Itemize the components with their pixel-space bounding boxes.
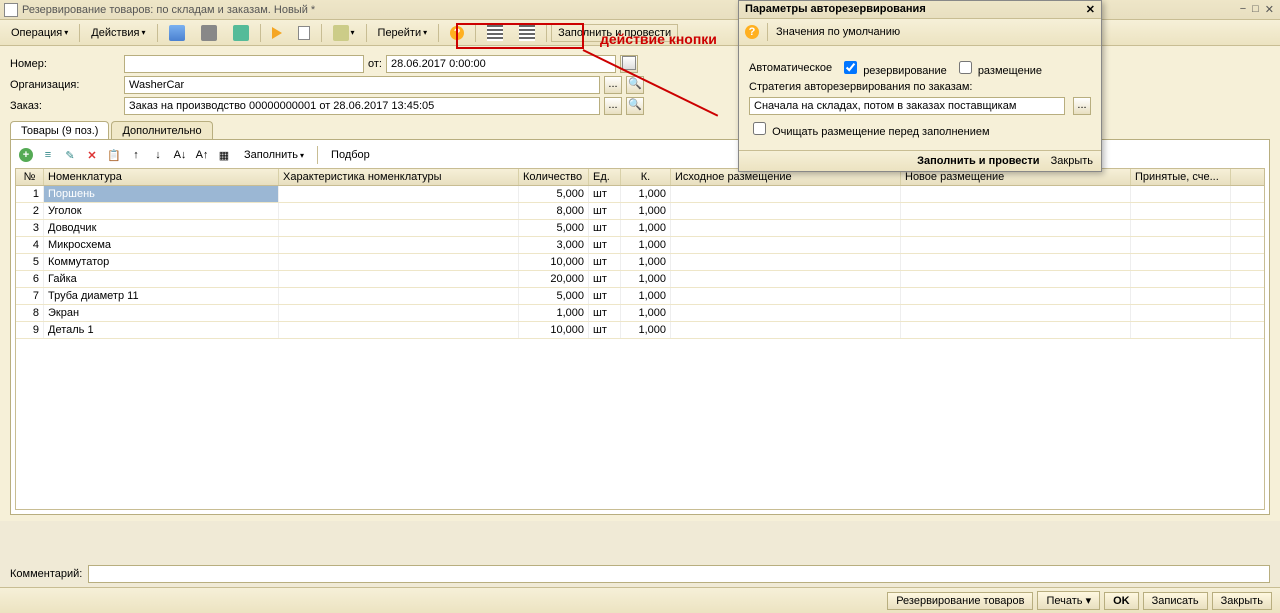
help-icon[interactable]: ? (443, 23, 471, 43)
edit-row-icon[interactable]: ✎ (61, 146, 79, 164)
table-row[interactable]: 3Доводчик5,000шт1,000 (16, 220, 1264, 237)
close-icon[interactable]: ✕ (1265, 3, 1274, 16)
select-button[interactable]: Подбор (324, 146, 377, 164)
columns-icon[interactable]: ▦ (215, 146, 233, 164)
clear-checkbox-label[interactable]: Очищать размещение перед заполнением (749, 119, 990, 138)
add-row-icon[interactable]: + (17, 146, 35, 164)
sort-desc-icon[interactable]: A↑ (193, 146, 211, 164)
tab-goods[interactable]: Товары (9 поз.) (10, 121, 109, 139)
comment-row: Комментарий: (10, 565, 1270, 583)
close-button[interactable]: Закрыть (1212, 592, 1272, 610)
order-label: Заказ: (10, 100, 120, 112)
ok-button[interactable]: OK (1104, 592, 1139, 610)
dialog-close-button[interactable]: Закрыть (1051, 155, 1093, 167)
reserve-checkbox-label[interactable]: резервирование (840, 58, 947, 77)
from-label: от: (368, 58, 382, 70)
list-icon[interactable] (480, 22, 510, 44)
number-label: Номер: (10, 58, 120, 70)
save-icon[interactable] (162, 22, 192, 44)
org-label: Организация: (10, 79, 120, 91)
strategy-label: Стратегия авторезервирования по заказам: (749, 81, 973, 93)
clear-checkbox[interactable] (753, 122, 766, 135)
dialog-close-icon[interactable]: ✕ (1086, 3, 1095, 16)
tab-panel-goods: + ≡ ✎ ✕ 📋 ↑ ↓ A↓ A↑ ▦ Заполнить▾ Подбор … (10, 139, 1270, 515)
footer-bar: Резервирование товаров Печать ▾ OK Запис… (0, 587, 1280, 613)
col-k[interactable]: К. (621, 169, 671, 185)
strategy-field[interactable] (749, 97, 1065, 115)
table-row[interactable]: 6Гайка20,000шт1,000 (16, 271, 1264, 288)
reserve-button[interactable]: Резервирование товаров (887, 592, 1033, 610)
save-button[interactable]: Записать (1143, 592, 1208, 610)
table-row[interactable]: 5Коммутатор10,000шт1,000 (16, 254, 1264, 271)
tree-icon[interactable] (512, 22, 542, 44)
fill-menu[interactable]: Заполнить▾ (237, 146, 311, 164)
move-down-icon[interactable]: ↓ (149, 146, 167, 164)
date-field[interactable] (386, 55, 616, 73)
table-row[interactable]: 4Микросхема3,000шт1,000 (16, 237, 1264, 254)
number-field[interactable] (124, 55, 364, 73)
col-n[interactable]: № (16, 169, 44, 185)
place-checkbox[interactable] (959, 61, 972, 74)
reserve-checkbox[interactable] (844, 61, 857, 74)
auto-label: Автоматическое (749, 62, 832, 74)
col-unit[interactable]: Ед. (589, 169, 621, 185)
strategy-select-icon[interactable]: ... (1073, 97, 1091, 115)
org-select-icon[interactable]: ... (604, 76, 622, 94)
defaults-button[interactable]: Значения по умолчанию (776, 26, 900, 38)
col-nom[interactable]: Номенклатура (44, 169, 279, 185)
sort-asc-icon[interactable]: A↓ (171, 146, 189, 164)
table-row[interactable]: 7Труба диаметр 115,000шт1,000 (16, 288, 1264, 305)
print-menu[interactable]: Печать ▾ (1037, 591, 1100, 610)
post-icon[interactable] (265, 24, 289, 42)
order-open-icon[interactable]: 🔍 (626, 97, 644, 115)
comment-field[interactable] (88, 565, 1270, 583)
help-icon[interactable]: ? (745, 25, 759, 39)
goto-menu[interactable]: Перейти▾ (371, 24, 435, 42)
comment-label: Комментарий: (10, 568, 82, 580)
insert-row-icon[interactable]: ≡ (39, 146, 57, 164)
print-icon[interactable] (194, 22, 224, 44)
place-checkbox-label[interactable]: размещение (955, 58, 1042, 77)
table-row[interactable]: 8Экран1,000шт1,000 (16, 305, 1264, 322)
col-qty[interactable]: Количество (519, 169, 589, 185)
maximize-icon[interactable]: □ (1252, 3, 1259, 16)
operation-menu[interactable]: Операция▾ (4, 24, 75, 42)
goods-grid[interactable]: № Номенклатура Характеристика номенклату… (15, 168, 1265, 510)
window-controls: − □ ✕ (1240, 3, 1274, 16)
link-menu[interactable]: ▾ (326, 22, 362, 44)
col-char[interactable]: Характеристика номенклатуры (279, 169, 519, 185)
autoreserve-dialog: Параметры авторезервирования ✕ ? Значени… (738, 0, 1102, 172)
actions-menu[interactable]: Действия▾ (84, 24, 152, 42)
table-row[interactable]: 2Уголок8,000шт1,000 (16, 203, 1264, 220)
order-field[interactable] (124, 97, 600, 115)
order-select-icon[interactable]: ... (604, 97, 622, 115)
table-row[interactable]: 9Деталь 110,000шт1,000 (16, 322, 1264, 339)
tab-additional[interactable]: Дополнительно (111, 121, 212, 139)
annotation-text: действие кнопки (600, 31, 717, 47)
org-field[interactable] (124, 76, 600, 94)
col-acc[interactable]: Принятые, сче... (1131, 169, 1231, 185)
move-up-icon[interactable]: ↑ (127, 146, 145, 164)
refresh-icon[interactable] (226, 22, 256, 44)
dialog-fill-post-button[interactable]: Заполнить и провести (917, 155, 1039, 167)
window-title: Резервирование товаров: по складам и зак… (22, 4, 315, 16)
copy-row-icon[interactable]: 📋 (105, 146, 123, 164)
minimize-icon[interactable]: − (1240, 3, 1246, 16)
delete-row-icon[interactable]: ✕ (83, 146, 101, 164)
document-icon (4, 3, 18, 17)
dialog-title: Параметры авторезервирования (745, 3, 926, 16)
table-row[interactable]: 1Поршень5,000шт1,000 (16, 186, 1264, 203)
doc-icon[interactable] (291, 23, 317, 43)
